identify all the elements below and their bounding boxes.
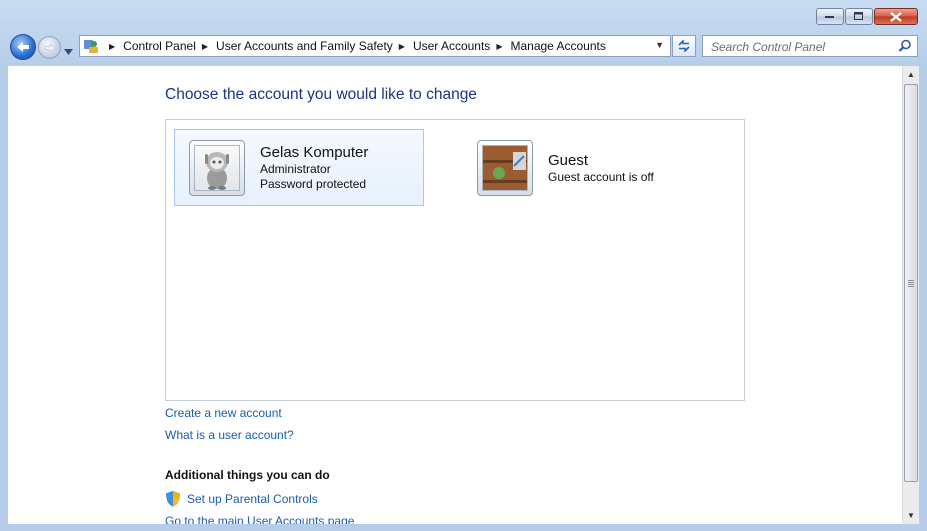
grip-icon <box>908 279 914 287</box>
navigation-bar: ▶ Control Panel ▶ User Accounts and Fami… <box>0 31 927 62</box>
caption-buttons <box>816 8 918 25</box>
breadcrumb-manage-accounts[interactable]: Manage Accounts <box>510 39 605 53</box>
breadcrumb-separator-icon[interactable]: ▶ <box>496 42 502 51</box>
refresh-button[interactable] <box>672 35 696 57</box>
accounts-list: Gelas Komputer Administrator Password pr… <box>165 119 745 401</box>
recent-pages-button[interactable] <box>64 42 73 60</box>
maximize-icon <box>854 12 863 20</box>
breadcrumb-user-accounts-family-safety[interactable]: User Accounts and Family Safety <box>216 39 393 53</box>
scroll-thumb[interactable] <box>904 84 918 482</box>
back-arrow-icon <box>17 42 29 52</box>
account-name: Guest <box>548 151 589 169</box>
parental-controls-row: Set up Parental Controls <box>165 490 318 507</box>
account-tile-guest[interactable]: Guest Guest account is off <box>477 137 727 199</box>
scroll-up-icon[interactable]: ▲ <box>903 66 919 83</box>
breadcrumb: ▶ Control Panel ▶ User Accounts and Fami… <box>103 39 606 53</box>
page-title: Choose the account you would like to cha… <box>165 86 477 103</box>
breadcrumb-separator-icon: ▶ <box>109 41 116 51</box>
chevron-down-icon <box>64 49 73 55</box>
search-input[interactable] <box>709 37 893 57</box>
additional-section-title: Additional things you can do <box>165 468 330 482</box>
parental-controls-link[interactable]: Set up Parental Controls <box>187 492 318 506</box>
back-button[interactable] <box>10 34 36 60</box>
account-name: Gelas Komputer <box>260 143 369 161</box>
robot-avatar-icon <box>194 144 240 191</box>
uac-shield-icon <box>166 491 180 507</box>
main-user-accounts-link[interactable]: Go to the main User Accounts page <box>165 514 354 524</box>
account-status: Password protected <box>260 176 367 191</box>
scroll-down-icon[interactable]: ▼ <box>903 507 919 524</box>
close-icon <box>890 11 902 22</box>
account-info: Gelas Komputer Administrator Password pr… <box>260 144 368 192</box>
account-status: Guest account is off <box>548 169 654 184</box>
minimize-icon <box>825 15 834 18</box>
breadcrumb-control-panel[interactable]: Control Panel <box>123 39 196 53</box>
what-is-user-account-link[interactable]: What is a user account? <box>165 428 294 442</box>
forward-button[interactable] <box>38 36 61 59</box>
create-account-link[interactable]: Create a new account <box>165 406 282 420</box>
control-panel-icon <box>84 40 98 53</box>
account-tile-gelas-komputer[interactable]: Gelas Komputer Administrator Password pr… <box>174 129 424 206</box>
address-dropdown-icon[interactable]: ▼ <box>655 40 664 50</box>
account-picture-frame <box>189 139 245 196</box>
maximize-button[interactable] <box>845 8 873 25</box>
search-box[interactable] <box>702 35 918 57</box>
refresh-icon <box>678 40 690 52</box>
breadcrumb-separator-icon[interactable]: ▶ <box>399 42 405 51</box>
close-button[interactable] <box>874 8 918 25</box>
forward-arrow-icon <box>44 42 55 53</box>
account-info: Guest Guest account is off <box>548 152 654 185</box>
account-picture-frame <box>477 140 533 196</box>
address-bar[interactable]: ▶ Control Panel ▶ User Accounts and Fami… <box>79 35 671 57</box>
account-type: Administrator <box>260 161 331 176</box>
minimize-button[interactable] <box>816 8 844 25</box>
magnifier-icon[interactable] <box>898 39 912 53</box>
breadcrumb-separator-icon[interactable]: ▶ <box>202 42 208 51</box>
breadcrumb-user-accounts[interactable]: User Accounts <box>413 39 490 53</box>
vertical-scrollbar[interactable]: ▲ ▼ <box>902 66 919 524</box>
suitcase-avatar-icon <box>482 145 528 191</box>
window-frame: ▶ Control Panel ▶ User Accounts and Fami… <box>0 0 927 531</box>
content-pane: Choose the account you would like to cha… <box>8 66 902 524</box>
